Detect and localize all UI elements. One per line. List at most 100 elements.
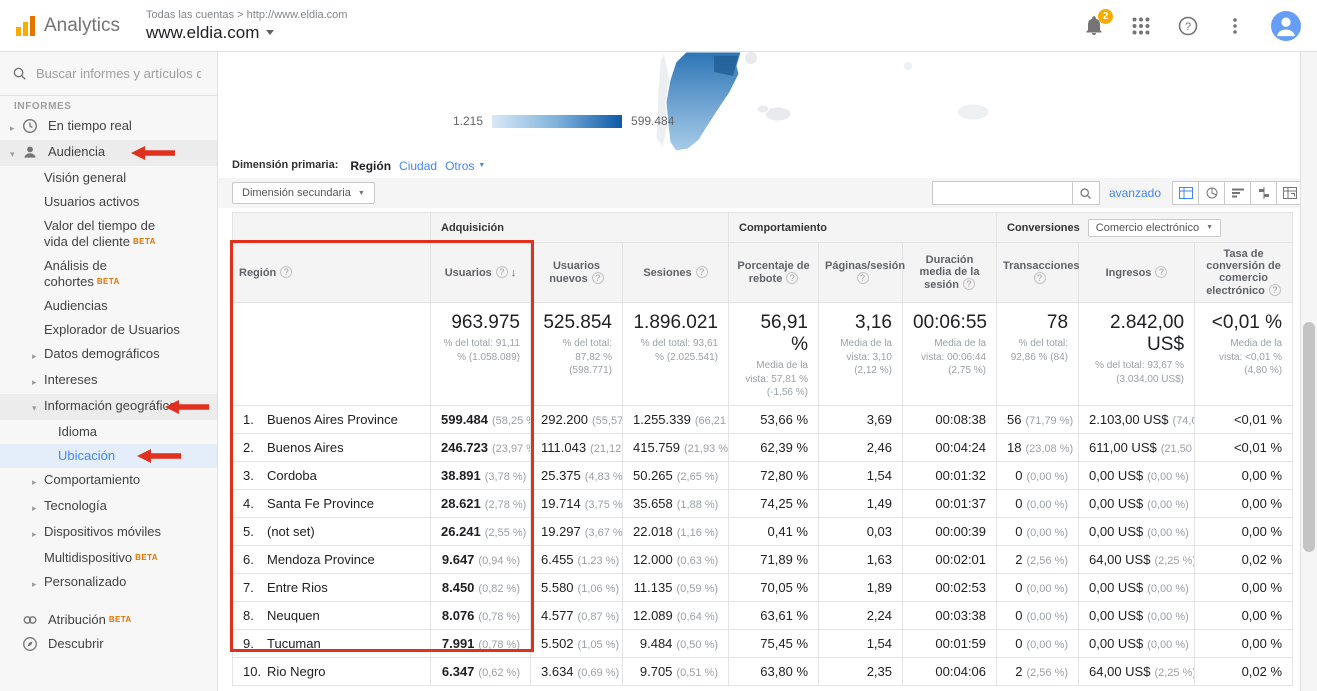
metric-percent: (0,94 %) bbox=[478, 555, 520, 567]
sidebar-item-en-tiempo-real[interactable]: ▸En tiempo real bbox=[0, 114, 217, 140]
sidebar-item-ubicacion[interactable]: Ubicación bbox=[0, 444, 217, 468]
region-link[interactable]: Mendoza Province bbox=[267, 552, 375, 567]
table-row[interactable]: 6.Mendoza Province9.647(0,94 %)6.455(1,2… bbox=[233, 545, 1293, 573]
scrollbar-thumb[interactable] bbox=[1303, 322, 1315, 552]
performance-view-icon[interactable] bbox=[1224, 181, 1251, 205]
column-header-usuarios[interactable]: Usuarios?↓ bbox=[431, 243, 531, 303]
region-link[interactable]: Santa Fe Province bbox=[267, 496, 374, 511]
sidebar-item-idioma[interactable]: Idioma bbox=[0, 420, 217, 444]
table-row[interactable]: 9.Tucuman7.991(0,78 %)5.502(1,05 %)9.484… bbox=[233, 629, 1293, 657]
sidebar-item-atribucion[interactable]: AtribuciónBETA bbox=[0, 608, 217, 632]
region-link[interactable]: Rio Negro bbox=[267, 664, 326, 679]
sidebar-item-informacion-geografica[interactable]: ▾Información geográfica bbox=[0, 394, 217, 420]
table-search-button[interactable] bbox=[1072, 181, 1100, 205]
metric-cell: 0,00 % bbox=[1195, 601, 1293, 629]
column-header-ingresos[interactable]: Ingresos? bbox=[1079, 243, 1195, 303]
search-input[interactable] bbox=[36, 66, 201, 81]
summary-value: <0,01 % bbox=[1205, 312, 1282, 334]
column-header-porcentaje-de-rebote[interactable]: Porcentaje de rebote? bbox=[729, 243, 819, 303]
sidebar-item-analisis-de-cohortes[interactable]: Análisis de cohortesBETA bbox=[0, 254, 217, 294]
more-options-kebab-icon[interactable] bbox=[1224, 15, 1246, 37]
region-link[interactable]: Buenos Aires bbox=[267, 440, 344, 455]
table-row[interactable]: 2.Buenos Aires246.723(23,97 %)111.043(21… bbox=[233, 433, 1293, 461]
table-row[interactable]: 1.Buenos Aires Province599.484(58,25 %)2… bbox=[233, 405, 1293, 433]
apps-grid-icon[interactable] bbox=[1130, 15, 1152, 37]
property-selector[interactable]: www.eldia.com bbox=[146, 23, 347, 43]
column-header-usuarios-nuevos[interactable]: Usuarios nuevos? bbox=[531, 243, 623, 303]
table-search-input[interactable] bbox=[932, 181, 1072, 205]
sidebar-item-multidispositivo[interactable]: MultidispositivoBETA bbox=[0, 546, 217, 570]
comparison-view-icon[interactable] bbox=[1250, 181, 1277, 205]
help-icon: ? bbox=[280, 266, 292, 278]
column-header-region[interactable]: Región? bbox=[233, 243, 431, 303]
metric-cell: 18(23,08 %) bbox=[997, 433, 1079, 461]
dimension-option-ciudad[interactable]: Ciudad bbox=[399, 159, 437, 173]
sidebar-item-audiencia[interactable]: ▾Audiencia bbox=[0, 140, 217, 166]
analytics-logo[interactable]: Analytics bbox=[16, 15, 136, 37]
sidebar-item-usuarios-activos[interactable]: Usuarios activos bbox=[0, 190, 217, 214]
help-icon: ? bbox=[592, 272, 604, 284]
column-header-paginas-sesion[interactable]: Páginas/sesión? bbox=[819, 243, 903, 303]
dimension-option-region[interactable]: Región bbox=[350, 159, 391, 173]
metric-cell: 00:00:39 bbox=[903, 517, 997, 545]
sidebar-item-label: Personalizado bbox=[44, 574, 126, 590]
metric-value: 00:02:53 bbox=[935, 580, 986, 595]
region-link[interactable]: Neuquen bbox=[267, 608, 320, 623]
sidebar-item-personalizado[interactable]: ▸Personalizado bbox=[0, 570, 217, 596]
column-header-tasa-de-conversion-de-comercio-electronico[interactable]: Tasa de conversión de comercio electróni… bbox=[1195, 243, 1293, 303]
column-header-duracion-media-de-la-sesion[interactable]: Duración media de la sesión? bbox=[903, 243, 997, 303]
sidebar-item-datos-demograficos[interactable]: ▸Datos demográficos bbox=[0, 342, 217, 368]
column-header-sesiones[interactable]: Sesiones? bbox=[623, 243, 729, 303]
metric-cell: 00:04:06 bbox=[903, 657, 997, 685]
column-header-transacciones[interactable]: Transacciones? bbox=[997, 243, 1079, 303]
ecommerce-selector[interactable]: Comercio electrónico▼ bbox=[1088, 219, 1221, 237]
advanced-filter-link[interactable]: avanzado bbox=[1109, 186, 1161, 200]
region-link[interactable]: Buenos Aires Province bbox=[267, 412, 398, 427]
region-link[interactable]: (not set) bbox=[267, 524, 315, 539]
metric-cell: 1.255.339(66,21 %) bbox=[623, 405, 729, 433]
region-link[interactable]: Cordoba bbox=[267, 468, 317, 483]
row-rank: 10. bbox=[243, 664, 267, 679]
metric-value: 00:08:38 bbox=[935, 412, 986, 427]
legend-min-value: 1.215 bbox=[453, 114, 483, 128]
sidebar-item-valor-del-tiempo-de-vida-del-cliente[interactable]: Valor del tiempo de vida del clienteBETA bbox=[0, 214, 217, 254]
metric-value: 70,05 % bbox=[760, 580, 808, 595]
table-row[interactable]: 5.(not set)26.241(2,55 %)19.297(3,67 %)2… bbox=[233, 517, 1293, 545]
toolbar-right: avanzado bbox=[932, 181, 1303, 205]
user-avatar[interactable] bbox=[1271, 11, 1301, 41]
sidebar-item-vision-general[interactable]: Visión general bbox=[0, 166, 217, 190]
region-link[interactable]: Entre Rios bbox=[267, 580, 328, 595]
table-view-icon[interactable] bbox=[1172, 181, 1199, 205]
sidebar-item-comportamiento[interactable]: ▸Comportamiento bbox=[0, 468, 217, 494]
notifications-bell-icon[interactable]: 2 bbox=[1083, 15, 1105, 37]
table-row[interactable]: 4.Santa Fe Province28.621(2,78 %)19.714(… bbox=[233, 489, 1293, 517]
metric-percent: (66,21 %) bbox=[695, 415, 729, 427]
sidebar-item-label: Descubrir bbox=[48, 636, 104, 652]
header-actions: 2 ? bbox=[1083, 11, 1301, 41]
geo-map[interactable]: 1.215 599.484 bbox=[218, 52, 1317, 152]
table-row[interactable]: 7.Entre Rios8.450(0,82 %)5.580(1,06 %)11… bbox=[233, 573, 1293, 601]
metric-cell: 292.200(55,57 %) bbox=[531, 405, 623, 433]
sidebar-item-explorador-de-usuarios[interactable]: Explorador de Usuarios bbox=[0, 318, 217, 342]
metric-value: 111.043 bbox=[541, 440, 586, 455]
table-row[interactable]: 8.Neuquen8.076(0,78 %)4.577(0,87 %)12.08… bbox=[233, 601, 1293, 629]
sidebar-item-descubrir[interactable]: Descubrir bbox=[0, 632, 217, 656]
breadcrumb[interactable]: Todas las cuentas > http://www.eldia.com bbox=[146, 9, 347, 21]
table-row[interactable]: 10.Rio Negro6.347(0,62 %)3.634(0,69 %)9.… bbox=[233, 657, 1293, 685]
metric-cell: 2(2,56 %) bbox=[997, 657, 1079, 685]
sidebar-item-dispositivos-moviles[interactable]: ▸Dispositivos móviles bbox=[0, 520, 217, 546]
secondary-dimension-button[interactable]: Dimensión secundaria ▼ bbox=[232, 182, 375, 204]
region-cell: 5.(not set) bbox=[233, 517, 431, 545]
region-link[interactable]: Tucuman bbox=[267, 636, 321, 651]
sidebar-item-intereses[interactable]: ▸Intereses bbox=[0, 368, 217, 394]
sidebar-search[interactable] bbox=[0, 52, 217, 96]
dimension-option-otros[interactable]: Otros▼ bbox=[445, 159, 485, 173]
percentage-view-icon[interactable] bbox=[1198, 181, 1225, 205]
table-row[interactable]: 3.Cordoba38.891(3,78 %)25.375(4,83 %)50.… bbox=[233, 461, 1293, 489]
help-icon[interactable]: ? bbox=[1177, 15, 1199, 37]
sidebar-item-tecnologia[interactable]: ▸Tecnología bbox=[0, 494, 217, 520]
page-scrollbar[interactable] bbox=[1300, 52, 1317, 691]
pivot-view-icon[interactable] bbox=[1276, 181, 1303, 205]
sidebar-item-audiencias[interactable]: Audiencias bbox=[0, 294, 217, 318]
metric-value: 0,00 % bbox=[1242, 524, 1282, 539]
